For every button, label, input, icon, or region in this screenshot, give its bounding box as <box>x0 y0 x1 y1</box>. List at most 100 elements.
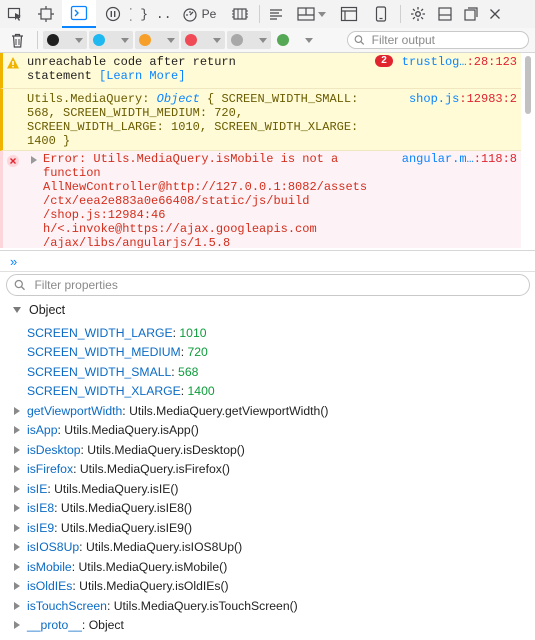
settings-icon[interactable] <box>404 0 432 28</box>
close-icon[interactable] <box>484 0 506 28</box>
property-key: isIOS8Up <box>27 540 80 554</box>
property-row[interactable]: getViewportWidth: Utils.MediaQuery.getVi… <box>0 401 535 420</box>
object-tree-root[interactable]: Object <box>0 300 535 320</box>
debugger-icon[interactable] <box>96 0 130 28</box>
js-filter[interactable] <box>227 31 271 49</box>
net-filter-icon <box>277 34 289 46</box>
expand-arrow-icon[interactable] <box>14 523 20 532</box>
error-line-1: Error: Utils.MediaQuery.isMobile is not … <box>43 152 339 166</box>
style-editor-tab[interactable]: { } ... <box>130 0 174 28</box>
property-key: isMobile <box>27 559 72 574</box>
property-row[interactable]: isDesktop: Utils.MediaQuery.isDesktop() <box>0 440 535 459</box>
log-line: Utils.MediaQuery: Object { SCREEN_WIDTH_… <box>27 93 358 106</box>
responsive-mode-icon[interactable] <box>333 0 365 28</box>
css-filter[interactable] <box>181 31 225 49</box>
expand-arrow-icon[interactable] <box>14 543 20 551</box>
property-value: Utils.MediaQuery.isIE8() <box>60 501 193 515</box>
warning-source-link[interactable]: trustlog…:28:123 <box>402 56 517 69</box>
options-icon[interactable] <box>263 0 289 28</box>
log-source-line: :12983:2 <box>459 92 517 106</box>
property-row[interactable]: SCREEN_WIDTH_LARGE: 1010 <box>0 323 535 342</box>
property-colon: : <box>180 345 188 359</box>
expand-arrow-icon[interactable] <box>14 406 20 415</box>
expand-arrow-icon[interactable] <box>14 465 20 473</box>
learn-more-link[interactable]: [Learn More] <box>99 69 185 83</box>
property-value: Utils.MediaQuery.isIE() <box>54 481 179 496</box>
property-colon: : <box>57 423 65 437</box>
filter-divider <box>37 31 38 49</box>
style-editor-label: { } ... <box>130 6 174 22</box>
property-value: Utils.MediaQuery.isIOS8Up() <box>85 540 243 554</box>
scrollbar-thumb[interactable] <box>525 56 531 114</box>
error-line-6: h/<.invoke@https://ajax.googleapis.com <box>43 222 317 236</box>
expand-arrow-icon[interactable] <box>14 484 20 493</box>
property-row[interactable]: isIE9: Utils.MediaQuery.isIE9() <box>0 518 535 537</box>
expand-arrow-icon[interactable] <box>14 621 20 629</box>
property-row[interactable]: isTouchScreen: Utils.MediaQuery.isTouchS… <box>0 596 535 615</box>
property-row[interactable]: isMobile: Utils.MediaQuery.isMobile() <box>0 557 535 576</box>
expand-arrow-icon[interactable] <box>14 562 20 571</box>
warning-message: unreachable code after return statement … <box>0 53 521 89</box>
log-message: Utils.MediaQuery: Object { SCREEN_WIDTH_… <box>0 89 521 151</box>
property-key: SCREEN_WIDTH_XLARGE <box>27 384 181 398</box>
devtools-toolbar: { } ... Pe <box>0 0 535 29</box>
property-row[interactable]: isIOS8Up: Utils.MediaQuery.isIOS8Up() <box>0 538 535 557</box>
log-line-4: 1400 } <box>27 134 71 148</box>
filter-output-input[interactable] <box>369 32 528 48</box>
dock-icon[interactable] <box>432 0 458 28</box>
pick-element-icon[interactable] <box>0 0 30 28</box>
console-icon[interactable] <box>62 0 96 28</box>
property-colon: : <box>106 598 114 613</box>
filter-properties-input[interactable] <box>32 277 529 293</box>
expand-arrow-icon[interactable] <box>31 156 37 164</box>
warning-text-line2: statement [Learn More] <box>27 70 185 83</box>
log-line-3: SCREEN_WIDTH_LARGE: 1010, SCREEN_WIDTH_X… <box>27 120 359 134</box>
warning-text-statement: statement <box>27 69 100 83</box>
expand-arrow-icon[interactable] <box>14 445 20 454</box>
repeat-count-badge: 2 <box>375 55 393 67</box>
property-row[interactable]: SCREEN_WIDTH_MEDIUM: 720 <box>0 343 535 362</box>
log-source-link[interactable]: shop.js:12983:2 <box>409 93 517 106</box>
property-row[interactable]: isFirefox: Utils.MediaQuery.isFirefox() <box>0 460 535 479</box>
property-value: Object <box>88 618 124 632</box>
device-icon[interactable] <box>365 0 397 28</box>
warnings-filter[interactable] <box>89 31 133 49</box>
property-value: Utils.MediaQuery.isFirefox() <box>79 462 230 476</box>
warning-source-file: trustlog… <box>401 55 467 69</box>
property-key: getViewportWidth <box>27 403 123 418</box>
console-input[interactable]: » <box>0 250 535 272</box>
memory-icon[interactable] <box>224 0 256 28</box>
property-colon: : <box>47 481 55 496</box>
console-scrollbar[interactable] <box>523 53 533 248</box>
error-source-link[interactable]: angular.m…:118:8 <box>402 153 517 166</box>
property-key: isDesktop <box>27 442 81 457</box>
css-filter-icon <box>185 34 197 46</box>
search-icon <box>354 35 365 45</box>
toolbar-divider <box>259 5 260 23</box>
property-colon: : <box>54 501 61 515</box>
search-icon <box>14 279 25 291</box>
error-source-line: :118:8 <box>473 152 517 166</box>
property-row[interactable]: isIE: Utils.MediaQuery.isIE() <box>0 479 535 498</box>
expand-arrow-icon[interactable] <box>14 601 20 610</box>
expand-arrow-icon[interactable] <box>14 426 20 434</box>
expand-arrow-icon[interactable] <box>14 504 20 512</box>
property-row[interactable]: isApp: Utils.MediaQuery.isApp() <box>0 421 535 440</box>
trash-icon[interactable] <box>0 29 34 51</box>
undock-icon[interactable] <box>458 0 484 28</box>
expand-arrow-icon[interactable] <box>14 582 20 590</box>
logs-filter[interactable] <box>135 31 179 49</box>
log-object-link[interactable]: Object <box>157 92 200 106</box>
property-row[interactable]: SCREEN_WIDTH_SMALL: 568 <box>0 362 535 381</box>
property-row[interactable]: isOldIEs: Utils.MediaQuery.isOldIEs() <box>0 577 535 596</box>
property-row[interactable]: SCREEN_WIDTH_XLARGE: 1400 <box>0 382 535 401</box>
property-row[interactable]: isIE8: Utils.MediaQuery.isIE8() <box>0 499 535 518</box>
net-filter[interactable] <box>273 31 317 49</box>
property-colon: : <box>79 540 86 554</box>
performance-tab[interactable]: Pe <box>174 0 224 28</box>
property-value: Utils.MediaQuery.getViewportWidth() <box>129 403 329 418</box>
inspector-icon[interactable] <box>30 0 62 28</box>
errors-filter[interactable] <box>43 31 87 49</box>
property-row[interactable]: __proto__: Object <box>0 616 535 635</box>
split-console-icon[interactable] <box>289 0 333 28</box>
